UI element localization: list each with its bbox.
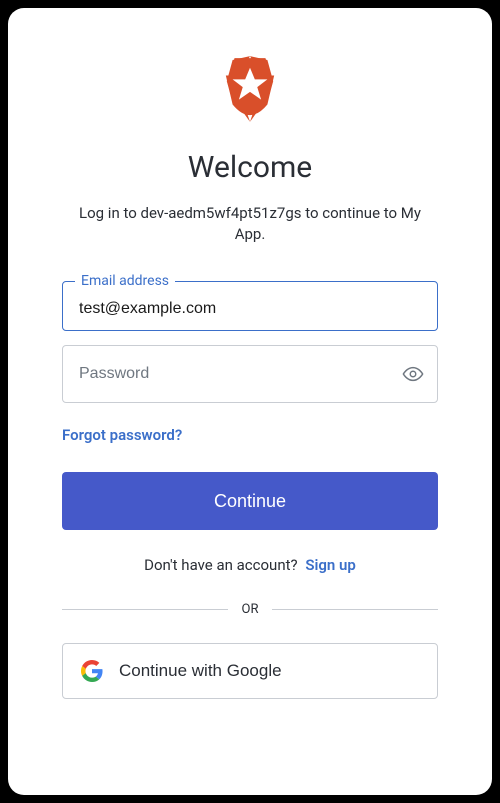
divider-line-left: [62, 609, 228, 610]
divider-line-right: [272, 609, 438, 610]
divider: OR: [62, 602, 438, 617]
eye-icon[interactable]: [402, 363, 424, 385]
divider-label: OR: [228, 602, 273, 617]
signup-link[interactable]: Sign up: [305, 556, 356, 574]
email-field-group: Email address: [62, 273, 438, 331]
google-button-label: Continue with Google: [119, 661, 282, 681]
google-signin-button[interactable]: Continue with Google: [62, 643, 438, 699]
password-field-group: [62, 345, 438, 403]
login-card: Welcome Log in to dev-aedm5wf4pt51z7gs t…: [8, 8, 492, 795]
signup-row: Don't have an account? Sign up: [62, 556, 438, 574]
shield-star-icon: [221, 56, 279, 122]
signup-prompt: Don't have an account?: [144, 556, 297, 574]
password-input[interactable]: [62, 345, 438, 403]
forgot-password-link[interactable]: Forgot password?: [62, 426, 182, 444]
logo-container: [62, 56, 438, 122]
google-icon: [81, 660, 103, 682]
email-label: Email address: [75, 273, 175, 289]
continue-button[interactable]: Continue: [62, 472, 438, 530]
email-input[interactable]: [63, 289, 437, 329]
page-title: Welcome: [62, 150, 438, 185]
page-subtitle: Log in to dev-aedm5wf4pt51z7gs to contin…: [62, 203, 438, 245]
